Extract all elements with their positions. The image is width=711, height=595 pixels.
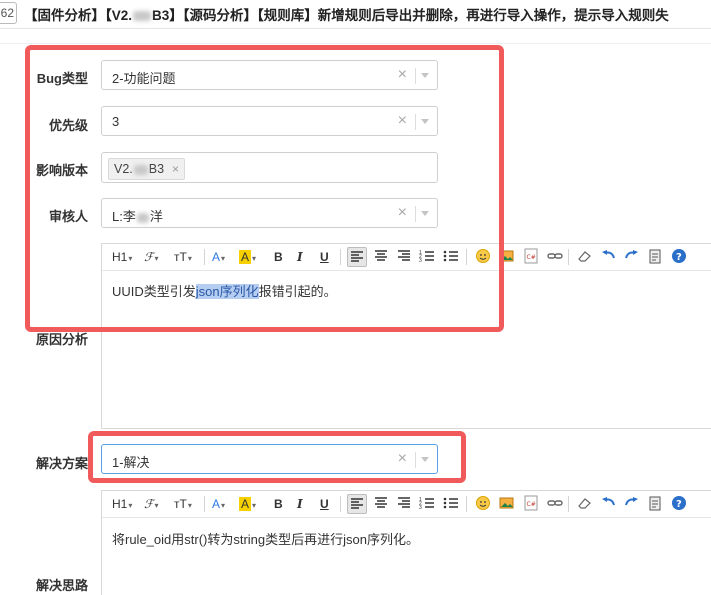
toolbar-separator xyxy=(568,496,569,512)
issue-id-badge: 62 xyxy=(0,2,17,24)
annotation-box xyxy=(25,45,504,332)
eraser-icon[interactable] xyxy=(576,247,594,267)
issue-header: 62 【固件分析】【V2. B3】【源码分析】【规则库】新增规则后导出并删除，再进… xyxy=(0,0,711,29)
paste-icon[interactable] xyxy=(646,494,664,514)
issue-title-part-2: B3】【源码分析】【规则库】新增规则后导出并删除，再进行导入操作，提示导入规则失 xyxy=(152,8,669,23)
align-center-icon[interactable] xyxy=(372,494,390,514)
toolbar-separator xyxy=(204,496,205,512)
code-icon[interactable]: C# xyxy=(522,494,540,514)
undo-icon[interactable] xyxy=(600,494,618,514)
ordered-list-icon[interactable]: 123 xyxy=(418,494,436,514)
eraser-icon[interactable] xyxy=(576,494,594,514)
toolbar-separator xyxy=(340,496,341,512)
issue-title: 【固件分析】【V2. B3】【源码分析】【规则库】新增规则后导出并删除，再进行导入… xyxy=(24,4,669,24)
redo-icon[interactable] xyxy=(622,494,640,514)
redo-icon[interactable] xyxy=(622,247,640,267)
font-family-button[interactable]: ℱ▾ xyxy=(144,494,158,514)
svg-text:C#: C# xyxy=(527,254,536,261)
paste-icon[interactable] xyxy=(646,247,664,267)
issue-title-part-1: 【固件分析】【V2. xyxy=(24,8,133,23)
font-color-button[interactable]: A▾ xyxy=(212,494,225,514)
help-icon[interactable]: ? xyxy=(670,247,688,267)
annotation-box xyxy=(88,431,466,483)
solution-label: 解决方案 xyxy=(35,456,88,471)
toolbar-separator xyxy=(466,496,467,512)
link-icon[interactable] xyxy=(546,247,564,267)
svg-text:?: ? xyxy=(676,499,682,510)
bold-button[interactable]: B xyxy=(274,494,283,514)
align-right-icon[interactable] xyxy=(395,494,413,514)
editor-toolbar: H1▾ ℱ▾ тT▾ A▾ A ▾ B I U 123 C# ? xyxy=(102,491,711,518)
bg-color-button[interactable]: A ▾ xyxy=(239,494,256,514)
divider xyxy=(0,43,711,44)
font-size-button[interactable]: тT▾ xyxy=(174,494,192,514)
bullet-list-icon[interactable] xyxy=(442,494,460,514)
redacted-mark xyxy=(133,11,152,22)
italic-button[interactable]: I xyxy=(297,494,303,514)
svg-text:C#: C# xyxy=(527,501,536,508)
heading-button[interactable]: H1▾ xyxy=(112,494,132,514)
code-icon[interactable]: C# xyxy=(522,247,540,267)
help-icon[interactable]: ? xyxy=(670,494,688,514)
image-icon[interactable] xyxy=(498,494,516,514)
solution-idea-text: 将rule_oid用str()转为string类型后再进行json序列化。 xyxy=(112,532,419,547)
solution-idea-label: 解决思路 xyxy=(35,578,88,593)
emoji-icon[interactable] xyxy=(474,494,492,514)
svg-text:?: ? xyxy=(676,252,682,263)
toolbar-separator xyxy=(568,249,569,265)
svg-text:3: 3 xyxy=(419,505,422,511)
underline-button[interactable]: U xyxy=(320,494,329,514)
solution-idea-editor[interactable]: H1▾ ℱ▾ тT▾ A▾ A ▾ B I U 123 C# ? 将rule_o… xyxy=(101,490,711,595)
link-icon[interactable] xyxy=(546,494,564,514)
align-left-icon[interactable] xyxy=(347,494,367,514)
undo-icon[interactable] xyxy=(600,247,618,267)
